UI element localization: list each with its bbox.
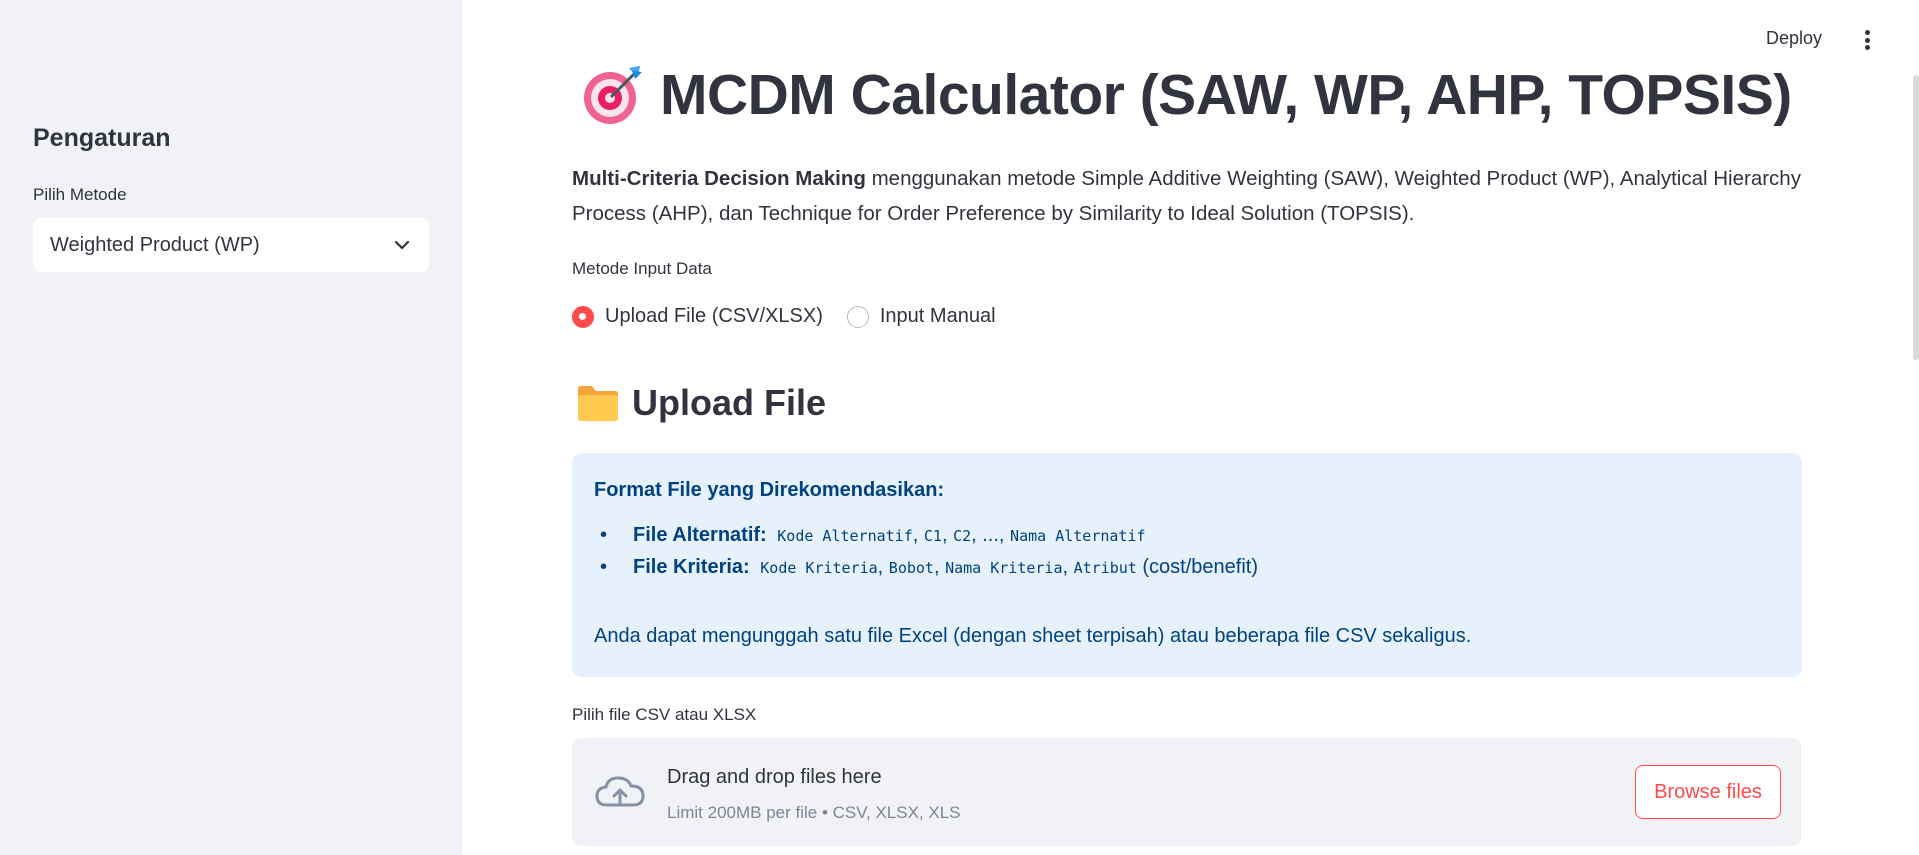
target-icon: [584, 66, 642, 124]
crit-file-label: File Kriteria:: [633, 556, 750, 578]
sidebar-title: Pengaturan: [33, 124, 171, 152]
chevron-down-icon: [394, 240, 410, 250]
dropzone-instructions: Drag and drop files here: [667, 766, 882, 788]
page-title: MCDM Calculator (SAW, WP, AHP, TOPSIS): [660, 63, 1792, 127]
code-nama-kriteria: Nama Kriteria: [945, 559, 1063, 577]
method-select[interactable]: Weighted Product (WP): [33, 218, 429, 272]
info-box: Format File yang Direkomendasikan: • Fil…: [572, 453, 1802, 677]
code-kode-kriteria: Kode Kriteria: [760, 559, 878, 577]
crit-suffix: (cost/benefit): [1142, 556, 1258, 578]
input-method-radio-group: Upload File (CSV/XLSX) Input Manual: [572, 305, 996, 328]
radio-unchecked-icon: [846, 305, 869, 328]
upload-section-header: Upload File: [576, 382, 826, 424]
radio-label: Upload File (CSV/XLSX): [605, 305, 823, 327]
cloud-upload-icon: [595, 776, 645, 807]
method-select-value: Weighted Product (WP): [50, 233, 260, 256]
title-row: MCDM Calculator (SAW, WP, AHP, TOPSIS): [580, 62, 1792, 128]
description-bold: Multi-Criteria Decision Making: [572, 167, 866, 190]
code-kode-alternatif: Kode Alternatif: [777, 527, 913, 545]
code-ellipsis: ...: [982, 524, 999, 546]
upload-title: Upload File: [632, 382, 827, 423]
info-heading: Format File yang Direkomendasikan:: [594, 479, 945, 501]
folder-icon: [578, 386, 618, 421]
list-item: • File Alternatif: Kode Alternatif, C1, …: [600, 524, 1146, 546]
code-bobot: Bobot: [888, 559, 934, 577]
input-method-label: Metode Input Data: [572, 259, 712, 278]
dropzone-limit-text: Limit 200MB per file • CSV, XLSX, XLS: [667, 803, 961, 822]
code-nama-alternatif: Nama Alternatif: [1010, 527, 1146, 545]
code-atribut: Atribut: [1073, 559, 1137, 577]
radio-upload-file[interactable]: Upload File (CSV/XLSX): [572, 305, 823, 328]
scrollbar[interactable]: [1913, 75, 1919, 360]
code-c2: C2: [953, 527, 972, 545]
list-item: • File Kriteria: Kode Kriteria, Bobot, N…: [600, 556, 1258, 578]
file-dropzone[interactable]: Drag and drop files here Limit 200MB per…: [572, 738, 1802, 846]
radio-checked-icon: [572, 305, 594, 328]
radio-label: Input Manual: [879, 305, 996, 327]
info-list: • File Alternatif: Kode Alternatif, C1, …: [594, 524, 1780, 579]
alt-file-label: File Alternatif:: [633, 524, 767, 546]
sidebar: Pengaturan Pilih Metode Weighted Product…: [0, 0, 462, 855]
browse-files-button[interactable]: Browse files: [1635, 765, 1781, 819]
file-uploader-label: Pilih file CSV atau XLSX: [572, 705, 757, 724]
code-c1: C1: [923, 527, 942, 545]
deploy-button[interactable]: Deploy: [1766, 28, 1822, 49]
info-footer: Anda dapat mengunggah satu file Excel (d…: [594, 625, 1472, 647]
method-label: Pilih Metode: [33, 185, 127, 204]
radio-input-manual[interactable]: Input Manual: [846, 305, 996, 328]
page-description: Multi-Criteria Decision Making menggunak…: [572, 161, 1802, 231]
more-menu-icon[interactable]: [1856, 28, 1878, 52]
